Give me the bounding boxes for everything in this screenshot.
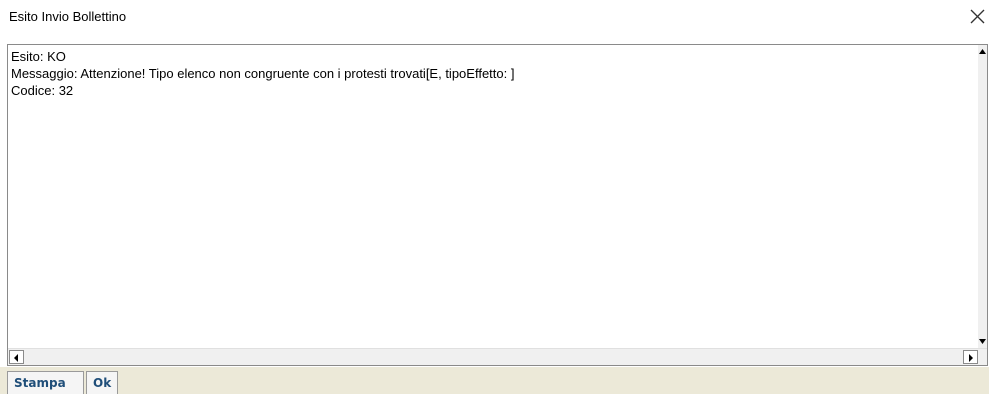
message-line-codice: Codice: 32 (11, 83, 74, 98)
arrow-down-icon[interactable] (978, 334, 987, 348)
close-icon[interactable] (967, 6, 989, 28)
title-bar: Esito Invio Bollettino (0, 0, 989, 33)
arrow-left-icon[interactable] (9, 350, 24, 364)
stampa-button[interactable]: Stampa (7, 371, 84, 394)
arrow-right-icon[interactable] (963, 350, 978, 364)
message-textarea[interactable]: Esito: KO Messaggio: Attenzione! Tipo el… (7, 44, 988, 366)
message-content: Esito: KO Messaggio: Attenzione! Tipo el… (11, 48, 970, 345)
ok-button[interactable]: Ok (86, 371, 118, 394)
message-line-esito: Esito: KO (11, 49, 66, 64)
window-title: Esito Invio Bollettino (9, 9, 127, 24)
bottom-toolbar: Stampa Ok (0, 367, 989, 394)
horizontal-scroll-track[interactable] (26, 351, 961, 363)
vertical-scrollbar[interactable] (978, 45, 987, 348)
dialog-window: Esito Invio Bollettino Esito: KO Messagg… (0, 0, 989, 394)
horizontal-scrollbar[interactable] (8, 348, 987, 365)
arrow-up-icon[interactable] (978, 45, 987, 59)
message-line-messaggio: Messaggio: Attenzione! Tipo elenco non c… (11, 66, 515, 81)
